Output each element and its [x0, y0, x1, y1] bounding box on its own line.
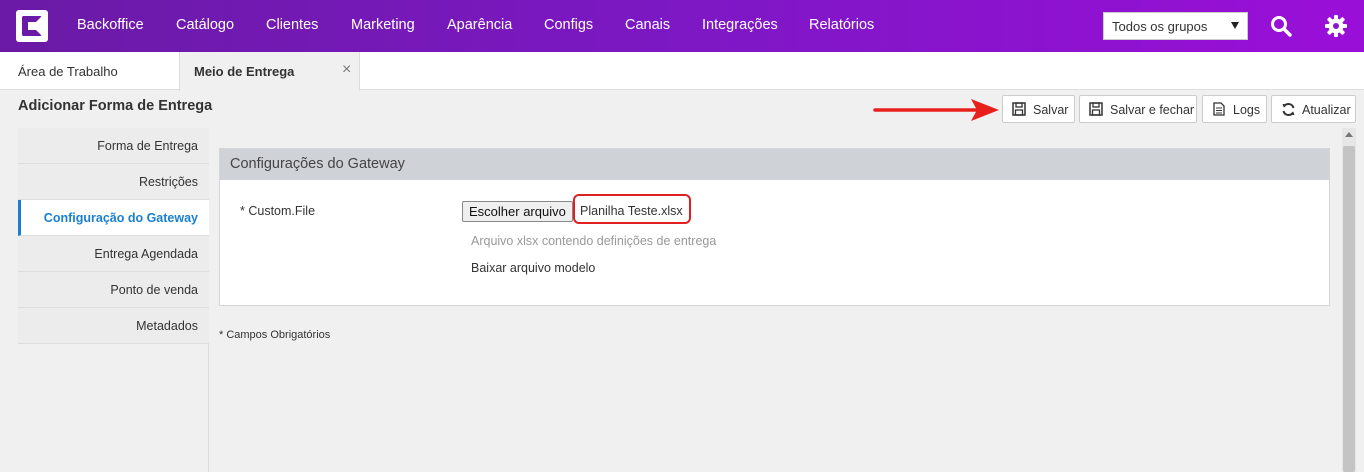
save-icon — [1012, 102, 1026, 116]
logs-button[interactable]: Logs — [1202, 95, 1267, 123]
tab-meio-de-entrega[interactable]: Meio de Entrega — [179, 52, 360, 91]
gear-icon[interactable] — [1324, 14, 1348, 38]
top-navbar: Backoffice Catálogo Clientes Marketing A… — [0, 0, 1364, 52]
nav-backoffice[interactable]: Backoffice — [77, 17, 144, 33]
logo-icon[interactable] — [16, 10, 48, 42]
tab-area-de-trabalho[interactable]: Área de Trabalho — [18, 52, 118, 90]
gateway-config-panel: Configurações do Gateway * Custom.File E… — [219, 148, 1330, 306]
sidebar-item-configuracao-do-gateway[interactable]: Configuração do Gateway — [18, 200, 209, 236]
close-icon[interactable]: × — [342, 61, 351, 79]
arrow-annotation — [873, 99, 999, 121]
page-title: Adicionar Forma de Entrega — [18, 98, 213, 114]
nav-clientes[interactable]: Clientes — [266, 17, 318, 33]
custom-file-label: * Custom.File — [240, 204, 316, 218]
nav-configs[interactable]: Configs — [544, 17, 593, 33]
selected-file-name: Planilha Teste.xlsx — [580, 204, 683, 218]
save-button[interactable]: Salvar — [1002, 95, 1075, 123]
sidebar-item-forma-de-entrega[interactable]: Forma de Entrega — [18, 128, 209, 164]
sidebar-item-restricoes[interactable]: Restrições — [18, 164, 209, 200]
file-hint: Arquivo xlsx contendo definições de entr… — [471, 234, 717, 248]
logs-icon — [1213, 102, 1225, 116]
save-button-label: Salvar — [1033, 103, 1069, 117]
save-icon — [1089, 102, 1103, 116]
panel-title: Configurações do Gateway — [220, 149, 1329, 180]
choose-file-button[interactable]: Escolher arquivo — [462, 201, 573, 222]
sidebar: Forma de Entrega Restrições Configuração… — [18, 128, 209, 472]
sidebar-item-metadados[interactable]: Metadados — [18, 308, 209, 344]
nav-canais[interactable]: Canais — [625, 17, 670, 33]
nav-marketing[interactable]: Marketing — [351, 17, 415, 33]
download-template-link[interactable]: Baixar arquivo modelo — [471, 261, 595, 275]
sidebar-item-entrega-agendada[interactable]: Entrega Agendada — [18, 236, 209, 272]
save-close-button-label: Salvar e fechar — [1110, 103, 1195, 117]
refresh-icon — [1282, 103, 1295, 116]
sidebar-item-ponto-de-venda[interactable]: Ponto de venda — [18, 272, 209, 308]
nav-relatorios[interactable]: Relatórios — [809, 17, 874, 33]
scroll-up-icon[interactable] — [1345, 132, 1353, 137]
chevron-down-icon — [1231, 22, 1239, 29]
nav-aparencia[interactable]: Aparência — [447, 17, 512, 33]
refresh-button[interactable]: Atualizar — [1271, 95, 1356, 123]
required-fields-note: * Campos Obrigatórios — [219, 329, 331, 341]
group-select[interactable]: Todos os grupos — [1103, 12, 1248, 40]
refresh-button-label: Atualizar — [1302, 103, 1351, 117]
tab-meio-de-entrega-label: Meio de Entrega — [194, 64, 295, 79]
tab-strip: Área de Trabalho Meio de Entrega × — [0, 52, 1364, 91]
search-icon[interactable] — [1269, 14, 1293, 38]
scrollbar-thumb[interactable] — [1343, 146, 1355, 472]
logs-button-label: Logs — [1233, 103, 1261, 117]
nav-catalogo[interactable]: Catálogo — [176, 17, 234, 33]
group-select-value: Todos os grupos — [1112, 19, 1208, 34]
nav-integracoes[interactable]: Integrações — [702, 17, 778, 33]
save-close-button[interactable]: Salvar e fechar — [1079, 95, 1197, 123]
